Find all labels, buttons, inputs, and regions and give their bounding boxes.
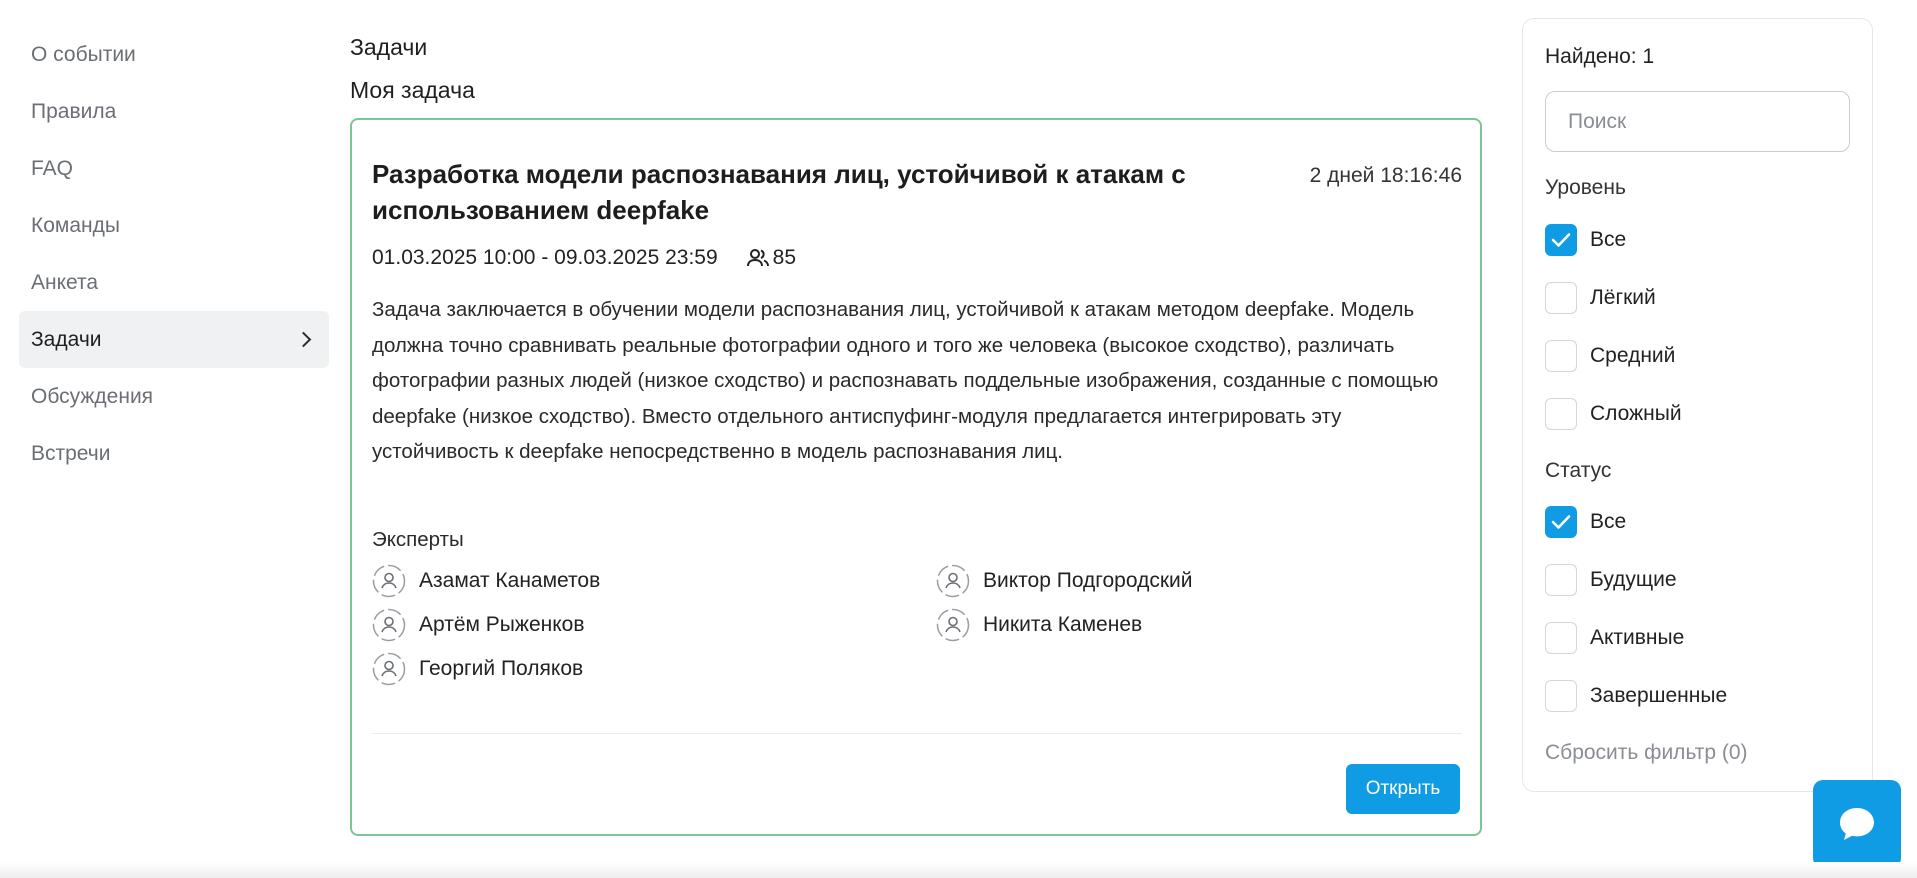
task-header: Разработка модели распознавания лиц, уст…	[372, 156, 1462, 228]
checkbox[interactable]	[1545, 340, 1577, 372]
sidebar-item-label: Команды	[31, 213, 120, 237]
task-dates: 01.03.2025 10:00 - 09.03.2025 23:59	[372, 246, 718, 269]
sidebar-item-meetings[interactable]: Встречи	[19, 425, 329, 482]
expert-item[interactable]: Азамат Канаметов	[372, 564, 936, 598]
filter-panel: Найдено: 1 Уровень Все Лёгкий Средний Сл…	[1522, 18, 1873, 792]
checkbox-label: Сложный	[1590, 402, 1682, 425]
section-title: Задачи	[350, 34, 428, 60]
sidebar-item-questionnaire[interactable]: Анкета	[19, 254, 329, 311]
chat-bubble-icon	[1840, 808, 1874, 840]
expert-name: Артём Рыженков	[419, 613, 585, 636]
checkbox-label: Лёгкий	[1590, 286, 1656, 309]
results-count: Найдено: 1	[1545, 45, 1655, 68]
task-card: Разработка модели распознавания лиц, уст…	[350, 118, 1482, 836]
checkbox[interactable]	[1545, 564, 1577, 596]
sidebar-item-label: Анкета	[31, 270, 99, 294]
user-avatar-icon	[936, 608, 970, 642]
people-icon	[746, 249, 769, 267]
experts-label: Эксперты	[372, 528, 464, 551]
checkbox[interactable]	[1545, 680, 1577, 712]
sidebar-item-label: Задачи	[31, 327, 102, 351]
level-checkbox-medium[interactable]: Средний	[1545, 339, 1675, 373]
chat-button[interactable]	[1813, 780, 1901, 868]
task-timer: 2 дней 18:16:46	[1309, 164, 1462, 187]
open-task-button[interactable]: Открыть	[1346, 764, 1460, 814]
checkbox-checked[interactable]	[1545, 224, 1577, 256]
expert-item[interactable]: Георгий Поляков	[372, 652, 936, 686]
status-checkbox-active[interactable]: Активные	[1545, 621, 1684, 655]
sidebar-item-label: Обсуждения	[31, 384, 154, 408]
expert-item[interactable]: Виктор Подгородский	[936, 564, 1456, 598]
sidebar-item-faq[interactable]: FAQ	[19, 140, 329, 197]
expert-item[interactable]: Артём Рыженков	[372, 608, 936, 642]
check-icon	[1551, 233, 1571, 247]
expert-item[interactable]: Никита Каменев	[936, 608, 1456, 642]
checkbox-checked[interactable]	[1545, 506, 1577, 538]
participants-count: 85	[746, 246, 796, 270]
expert-name: Виктор Подгородский	[983, 569, 1193, 592]
expert-name: Никита Каменев	[983, 613, 1143, 636]
reset-filter-link[interactable]: Сбросить фильтр (0)	[1545, 741, 1748, 765]
page-subtitle: Моя задача	[350, 77, 475, 103]
expert-name: Георгий Поляков	[419, 657, 584, 680]
checkbox-label: Будущие	[1590, 568, 1677, 591]
user-avatar-icon	[936, 564, 970, 598]
task-meta: 01.03.2025 10:00 - 09.03.2025 23:59 85	[372, 246, 796, 270]
sidebar-item-label: FAQ	[31, 156, 74, 180]
chevron-right-icon	[295, 331, 312, 348]
check-icon	[1551, 515, 1571, 529]
status-checkbox-future[interactable]: Будущие	[1545, 563, 1677, 597]
status-checkbox-finished[interactable]: Завершенные	[1545, 679, 1727, 713]
checkbox-label: Завершенные	[1590, 684, 1728, 707]
checkbox[interactable]	[1545, 398, 1577, 430]
task-title: Разработка модели распознавания лиц, уст…	[372, 159, 1186, 225]
checkbox-label: Все	[1590, 228, 1627, 251]
level-filter-label: Уровень	[1545, 176, 1626, 199]
sidebar-item-about[interactable]: О событии	[19, 26, 329, 83]
checkbox-label: Активные	[1590, 626, 1685, 649]
level-checkbox-all[interactable]: Все	[1545, 223, 1626, 257]
sidebar-item-label: О событии	[31, 42, 136, 66]
checkbox[interactable]	[1545, 622, 1577, 654]
level-checkbox-hard[interactable]: Сложный	[1545, 397, 1682, 431]
user-avatar-icon	[372, 564, 406, 598]
level-checkbox-easy[interactable]: Лёгкий	[1545, 281, 1656, 315]
checkbox-label: Все	[1590, 510, 1627, 533]
sidebar-nav: О событии Правила FAQ Команды Анкета Зад…	[19, 26, 329, 482]
expert-name: Азамат Канаметов	[419, 569, 601, 592]
sidebar-item-label: Встречи	[31, 441, 111, 465]
checkbox-label: Средний	[1590, 344, 1676, 367]
user-avatar-icon	[372, 652, 406, 686]
bottom-shade	[0, 862, 1917, 878]
user-avatar-icon	[372, 608, 406, 642]
status-checkbox-all[interactable]: Все	[1545, 505, 1626, 539]
sidebar-item-tasks[interactable]: Задачи	[19, 311, 329, 368]
sidebar-item-discussions[interactable]: Обсуждения	[19, 368, 329, 425]
main-content: Задачи Моя задача Разработка модели расп…	[350, 30, 1482, 836]
checkbox[interactable]	[1545, 282, 1577, 314]
sidebar-item-label: Правила	[31, 99, 117, 123]
participants-value: 85	[772, 246, 796, 269]
status-filter-label: Статус	[1545, 459, 1612, 482]
sidebar-item-rules[interactable]: Правила	[19, 83, 329, 140]
search-input[interactable]	[1545, 91, 1850, 152]
card-divider	[372, 733, 1462, 734]
experts-list: Азамат Канаметов Виктор Подгородский Арт…	[372, 564, 1462, 686]
task-description: Задача заключается в обучении модели рас…	[372, 298, 1439, 463]
sidebar-item-teams[interactable]: Команды	[19, 197, 329, 254]
